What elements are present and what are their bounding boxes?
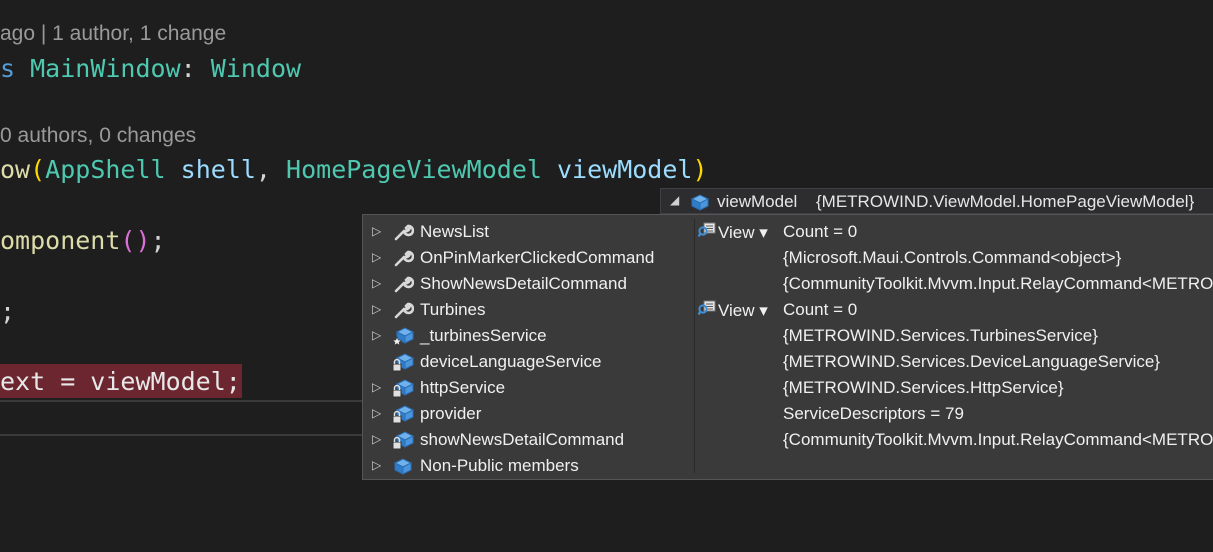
base-class-token: Window	[210, 54, 302, 83]
collapse-arrow-icon[interactable]: ◢	[670, 193, 679, 207]
member-value[interactable]: {METROWIND.Services.TurbinesService}	[783, 326, 1098, 346]
wrench-icon	[392, 300, 415, 320]
member-name: deviceLanguageService	[420, 352, 602, 371]
member-value[interactable]: {METROWIND.Services.HttpService}	[783, 378, 1064, 398]
field-icon	[392, 456, 414, 476]
expand-arrow-icon[interactable]: ▷	[372, 380, 381, 394]
field-star-icon	[391, 326, 415, 347]
wrench-icon	[392, 274, 415, 294]
member-value[interactable]: {METROWIND.Services.DeviceLanguageServic…	[783, 352, 1160, 372]
code-line-class-declaration: s MainWindow: Window	[0, 54, 301, 83]
member-value[interactable]: Count = 0	[783, 300, 857, 320]
datatip-row[interactable]: ▷ Non-Public members	[363, 453, 1213, 479]
code-line-constructor: ow(AppShell shell, HomePageViewModel vie…	[0, 155, 708, 184]
field-lock-icon	[392, 378, 415, 398]
param2-type-token: HomePageViewModel	[286, 155, 542, 184]
dropdown-caret-icon[interactable]: ▾	[755, 223, 768, 242]
init-method-token: omponent	[0, 226, 121, 255]
dropdown-caret-icon[interactable]: ▾	[755, 301, 768, 320]
datatip-members-grid[interactable]: ▷ NewsList View ▾ Count = 0 ▷ OnPinMarkerClic…	[362, 214, 1213, 480]
member-name: provider	[420, 404, 482, 423]
class-name-token: MainWindow	[30, 54, 181, 83]
paren-close-token: )	[692, 155, 708, 184]
datatip-header[interactable]: ◢ viewModel {METROWIND.ViewModel.HomePag…	[660, 188, 1213, 214]
datatip-row[interactable]: deviceLanguageService {METROWIND.Services…	[363, 349, 1213, 375]
member-name: Non-Public members	[420, 456, 579, 475]
semicolon-token: ;	[150, 226, 166, 255]
expand-arrow-icon[interactable]: ▷	[372, 458, 381, 472]
datatip-row[interactable]: ▷ ShowNewsDetailCommand {CommunityToolkit.…	[363, 271, 1213, 297]
expand-arrow-icon[interactable]: ▷	[372, 432, 381, 446]
field-lock-icon	[392, 430, 415, 450]
member-value[interactable]: Count = 0	[783, 222, 857, 242]
visualizer-view-button[interactable]: View ▾	[697, 222, 768, 243]
current-line-highlight	[0, 400, 364, 436]
member-name: NewsList	[420, 222, 489, 241]
visualizer-view-button[interactable]: View ▾	[697, 300, 768, 321]
member-name: _turbinesService	[420, 326, 547, 345]
code-line-init: omponent();	[0, 226, 166, 255]
param2-name-token: viewModel	[556, 155, 693, 184]
expand-arrow-icon[interactable]: ▷	[372, 302, 381, 316]
wrench-icon	[392, 222, 415, 242]
datatip-row[interactable]: ▷ OnPinMarkerClickedCommand {Microsoft.Mau…	[363, 245, 1213, 271]
datatip-row[interactable]: ▷ NewsList View ▾ Count = 0	[363, 219, 1213, 245]
breakpoint-line-text: ext = viewModel;	[0, 367, 241, 396]
member-name: ShowNewsDetailCommand	[420, 274, 627, 293]
field-lock-icon	[392, 404, 415, 424]
datatip-variable-name[interactable]: viewModel	[717, 192, 797, 212]
paren-open-token: (	[30, 155, 46, 184]
codelens-text[interactable]: 0 authors, 0 changes	[0, 124, 196, 147]
codelens-author-info-ctor[interactable]: 0 authors, 0 changes	[0, 124, 196, 148]
datatip-row[interactable]: ▷ Turbines View ▾ Count = 0	[363, 297, 1213, 323]
member-value[interactable]: {CommunityToolkit.Mvvm.Input.RelayComman…	[783, 430, 1213, 450]
datatip-row[interactable]: ▷ provider ServiceDescriptors = 79	[363, 401, 1213, 427]
magnifier-icon	[697, 300, 716, 321]
colon-token: :	[180, 54, 196, 83]
datatip-row[interactable]: ▷ httpService {METROWIND.Services.HttpServ…	[363, 375, 1213, 401]
view-label: View	[718, 301, 755, 320]
codelens-author-info[interactable]: ago | 1 author, 1 change	[0, 22, 226, 46]
member-name: OnPinMarkerClickedCommand	[420, 248, 655, 267]
ctor-name-token: ow	[0, 155, 31, 184]
param1-type-token: AppShell	[45, 155, 166, 184]
datatip-row[interactable]: ▷ showNewsDetailCommand {CommunityToolkit.…	[363, 427, 1213, 453]
semicolon-token: ;	[0, 297, 16, 326]
member-name: Turbines	[420, 300, 486, 319]
member-name: httpService	[420, 378, 506, 397]
code-line-breakpoint: ext = viewModel;	[0, 367, 241, 396]
member-value[interactable]: ServiceDescriptors = 79	[783, 404, 964, 424]
expand-arrow-icon[interactable]: ▷	[372, 406, 381, 420]
member-name: showNewsDetailCommand	[420, 430, 625, 449]
wrench-icon	[392, 248, 415, 268]
expand-arrow-icon[interactable]: ▷	[372, 328, 381, 342]
magnifier-icon	[697, 222, 716, 243]
expand-arrow-icon[interactable]: ▷	[372, 276, 381, 290]
member-value[interactable]: {CommunityToolkit.Mvvm.Input.RelayComman…	[783, 274, 1213, 294]
view-label: View	[718, 223, 755, 242]
comma-token: ,	[255, 155, 271, 184]
keyword-token: s	[0, 54, 16, 83]
init-parens-token: ()	[120, 226, 151, 255]
field-lock-icon	[392, 352, 415, 372]
param1-name-token: shell	[180, 155, 256, 184]
datatip-row[interactable]: ▷ _turbinesService {METROWIND.Services.Tur…	[363, 323, 1213, 349]
expand-arrow-icon[interactable]: ▷	[372, 250, 381, 264]
expand-arrow-icon[interactable]: ▷	[372, 224, 381, 238]
code-line-assign: ;	[0, 297, 15, 326]
member-value[interactable]: {Microsoft.Maui.Controls.Command<object>…	[783, 248, 1121, 268]
datatip-variable-value[interactable]: {METROWIND.ViewModel.HomePageViewModel}	[816, 192, 1194, 212]
